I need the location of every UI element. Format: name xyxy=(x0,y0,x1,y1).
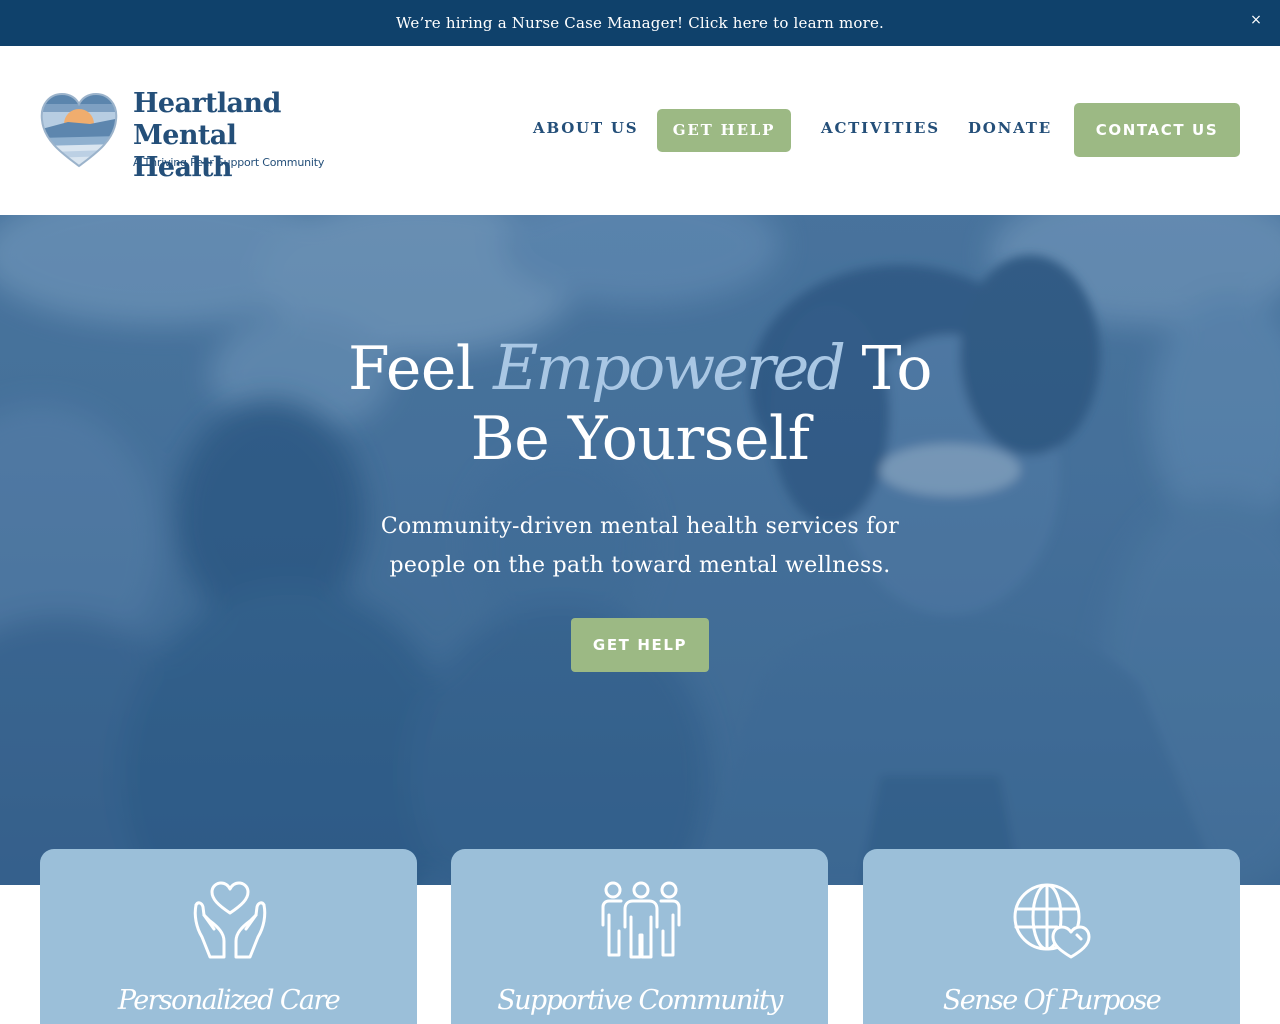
announcement-link[interactable]: We’re hiring a Nurse Case Manager! Click… xyxy=(396,14,884,32)
card-title: Personalized Care xyxy=(117,985,341,1016)
site-header: Heartland Mental Health A Thriving Peer … xyxy=(0,46,1280,215)
contact-us-button[interactable]: CONTACT US xyxy=(1074,103,1240,157)
hero-title: Feel Empowered To Be Yourself xyxy=(0,331,1280,475)
logo-tagline: A Thriving Peer Support Community xyxy=(133,156,325,169)
heart-landscape-icon xyxy=(40,92,118,168)
card-supportive-community[interactable]: Supportive Community xyxy=(451,849,828,1024)
logo-name: Heartland Mental Health xyxy=(133,88,343,184)
nav-donate[interactable]: DONATE xyxy=(968,113,1052,143)
logo-name-line2: Mental Health xyxy=(133,120,237,183)
people-group-icon xyxy=(601,881,681,959)
nav-about-us[interactable]: ABOUT US xyxy=(533,113,638,143)
logo-name-line1: Heartland xyxy=(133,88,281,119)
hero-title-line2: Be Yourself xyxy=(470,404,810,474)
nav-get-help[interactable]: GET HELP xyxy=(657,109,791,152)
hero-subtitle: Community-driven mental health services … xyxy=(340,507,940,585)
card-title: Sense Of Purpose xyxy=(942,985,1162,1016)
hero-title-word1: Feel xyxy=(347,334,475,404)
card-sense-of-purpose[interactable]: Sense Of Purpose xyxy=(863,849,1240,1024)
hero-title-word2: To xyxy=(861,334,933,404)
site-logo[interactable]: Heartland Mental Health A Thriving Peer … xyxy=(38,88,338,183)
hero-subtitle-line2: people on the path toward mental wellnes… xyxy=(389,553,891,578)
hero-section: Feel Empowered To Be Yourself Community-… xyxy=(0,215,1280,885)
card-title: Supportive Community xyxy=(497,985,783,1016)
globe-heart-icon xyxy=(1013,883,1091,959)
hero-subtitle-line1: Community-driven mental health services … xyxy=(380,514,900,539)
hero-get-help-button[interactable]: GET HELP xyxy=(571,618,709,672)
hero-title-script: Empowered xyxy=(493,331,846,404)
close-icon[interactable]: × xyxy=(1246,10,1266,30)
hero-title-line1: Feel Empowered To xyxy=(0,331,1280,405)
nav-activities[interactable]: ACTIVITIES xyxy=(821,113,940,143)
card-personalized-care[interactable]: Personalized Care xyxy=(40,849,417,1024)
hands-heart-icon xyxy=(193,881,267,959)
announcement-bar: We’re hiring a Nurse Case Manager! Click… xyxy=(0,0,1280,46)
